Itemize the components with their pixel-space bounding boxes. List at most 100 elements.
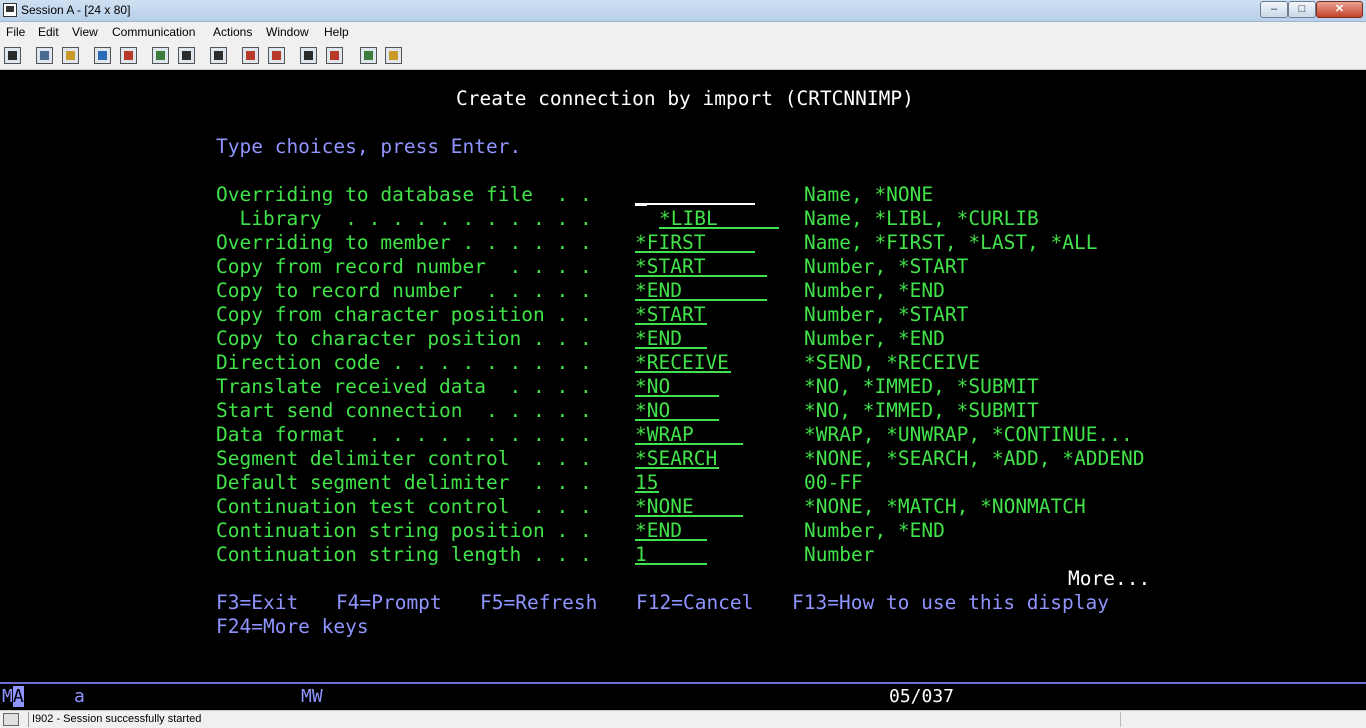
menu-edit[interactable]: Edit <box>38 25 59 39</box>
cursor-position: 05/037 <box>889 686 955 707</box>
window-title: Session A - [24 x 80] <box>21 3 131 17</box>
translate-input[interactable]: *NO <box>635 375 719 398</box>
menu-communication[interactable]: Communication <box>112 25 195 39</box>
continuation-test-input[interactable]: *NONE <box>635 495 743 518</box>
segment-control-input[interactable]: *SEARCH <box>635 447 719 470</box>
status-bar: I902 - Session successfully started <box>0 710 1366 728</box>
param-hint: 00-FF <box>804 471 863 494</box>
keypad-icon[interactable] <box>178 47 195 64</box>
param-hint: Number, *START <box>804 255 969 278</box>
fkey-prompt[interactable]: F4=Prompt <box>336 591 442 615</box>
screen-title: Create connection by import (CRTCNNIMP) <box>456 87 914 110</box>
param-label: Continuation string length . . . <box>216 543 592 566</box>
text-cursor <box>635 203 647 206</box>
data-format-input[interactable]: *WRAP <box>635 423 743 446</box>
database-file-input[interactable] <box>635 183 755 205</box>
param-label: Direction code . . . . . . . . . <box>216 351 592 374</box>
continuation-length-input[interactable]: 1 <box>635 543 707 566</box>
param-hint: Number, *END <box>804 279 945 302</box>
to-char-input[interactable]: *END <box>635 327 707 350</box>
instruction-text: Type choices, press Enter. <box>216 135 522 158</box>
close-button[interactable]: ✕ <box>1316 1 1363 18</box>
globe-icon[interactable] <box>360 47 377 64</box>
menu-window[interactable]: Window <box>266 25 309 39</box>
copy-icon[interactable] <box>36 47 53 64</box>
more-indicator: More... <box>1068 567 1151 590</box>
menu-file[interactable]: File <box>6 25 25 39</box>
status-divider <box>28 712 29 727</box>
oia-session-type: MW <box>301 686 323 707</box>
param-label: Default segment delimiter . . . <box>216 471 592 494</box>
oia-mode: MA <box>0 686 26 708</box>
print-icon[interactable] <box>4 47 21 64</box>
param-label: Continuation test control . . . <box>216 495 592 518</box>
operator-info-area: MA a MW 05/037 <box>0 682 1366 710</box>
paste-icon[interactable] <box>62 47 79 64</box>
from-char-input[interactable]: *START <box>635 303 707 326</box>
param-label: Copy from record number . . . . <box>216 255 592 278</box>
segment-delimiter-input[interactable]: 15 <box>635 471 659 494</box>
continuation-position-input[interactable]: *END <box>635 519 707 542</box>
toolbar <box>0 42 1366 70</box>
fkey-exit[interactable]: F3=Exit <box>216 591 298 615</box>
param-label: Segment delimiter control . . . <box>216 447 592 470</box>
param-label: Overriding to database file . . <box>216 183 592 206</box>
param-hint: Number, *END <box>804 519 945 542</box>
library-input[interactable]: *LIBL <box>659 207 779 230</box>
minimize-button[interactable]: – <box>1260 1 1288 18</box>
stop-icon[interactable] <box>300 47 317 64</box>
param-hint: Number <box>804 543 875 566</box>
param-hint: Number, *START <box>804 303 969 326</box>
param-label: Continuation string position . . <box>216 519 592 542</box>
status-panel <box>1120 712 1365 727</box>
macro-icon[interactable] <box>210 47 227 64</box>
param-hint: *SEND, *RECEIVE <box>804 351 981 374</box>
param-hint: *NO, *IMMED, *SUBMIT <box>804 375 1039 398</box>
fkey-refresh[interactable]: F5=Refresh <box>480 591 597 615</box>
menu-bar: File Edit View Communication Actions Win… <box>0 22 1366 42</box>
fkey-cancel[interactable]: F12=Cancel <box>636 591 753 615</box>
terminal-screen[interactable]: Create connection by import (CRTCNNIMP) … <box>0 70 1366 682</box>
menu-actions[interactable]: Actions <box>213 25 252 39</box>
direction-code-input[interactable]: *RECEIVE <box>635 351 731 374</box>
param-hint: *NONE, *SEARCH, *ADD, *ADDEND <box>804 447 1145 470</box>
param-hint: Name, *LIBL, *CURLIB <box>804 207 1039 230</box>
fkey-help[interactable]: F13=How to use this display <box>792 591 1109 615</box>
edit-icon[interactable] <box>326 47 343 64</box>
to-record-input[interactable]: *END <box>635 279 767 302</box>
title-bar: Session A - [24 x 80] – □ ✕ <box>0 0 1366 22</box>
record-icon[interactable] <box>242 47 259 64</box>
param-hint: Number, *END <box>804 327 945 350</box>
oia-shift: a <box>74 686 85 707</box>
oia-mode-highlight: A <box>12 686 24 707</box>
param-label: Copy to character position . . . <box>216 327 592 350</box>
display-icon[interactable] <box>152 47 169 64</box>
from-record-input[interactable]: *START <box>635 255 767 278</box>
start-send-input[interactable]: *NO <box>635 399 719 422</box>
param-label: Copy to record number . . . . . <box>216 279 592 302</box>
status-message: I902 - Session successfully started <box>32 713 202 725</box>
param-hint: *NONE, *MATCH, *NONMATCH <box>804 495 1086 518</box>
receive-icon[interactable] <box>120 47 137 64</box>
param-hint: Name, *NONE <box>804 183 934 206</box>
param-label: Translate received data . . . . <box>216 375 592 398</box>
maximize-button[interactable]: □ <box>1288 1 1316 18</box>
member-input[interactable]: *FIRST <box>635 231 755 254</box>
send-icon[interactable] <box>94 47 111 64</box>
param-hint: Name, *FIRST, *LAST, *ALL <box>804 231 1098 254</box>
param-label: Start send connection . . . . . <box>216 399 592 422</box>
param-label: Copy from character position . . <box>216 303 592 326</box>
play-icon[interactable] <box>268 47 285 64</box>
oia-mode-prefix: M <box>2 686 13 707</box>
session-icon[interactable] <box>3 3 17 17</box>
param-label: Library . . . . . . . . . . . <box>216 207 592 230</box>
param-hint: *NO, *IMMED, *SUBMIT <box>804 399 1039 422</box>
param-hint: *WRAP, *UNWRAP, *CONTINUE... <box>804 423 1133 446</box>
param-label: Overriding to member . . . . . . <box>216 231 592 254</box>
customize-icon[interactable] <box>385 47 402 64</box>
fkey-more-keys[interactable]: F24=More keys <box>216 615 369 639</box>
param-label: Data format . . . . . . . . . . <box>216 423 592 446</box>
connection-icon <box>3 713 19 726</box>
menu-view[interactable]: View <box>72 25 98 39</box>
menu-help[interactable]: Help <box>324 25 349 39</box>
